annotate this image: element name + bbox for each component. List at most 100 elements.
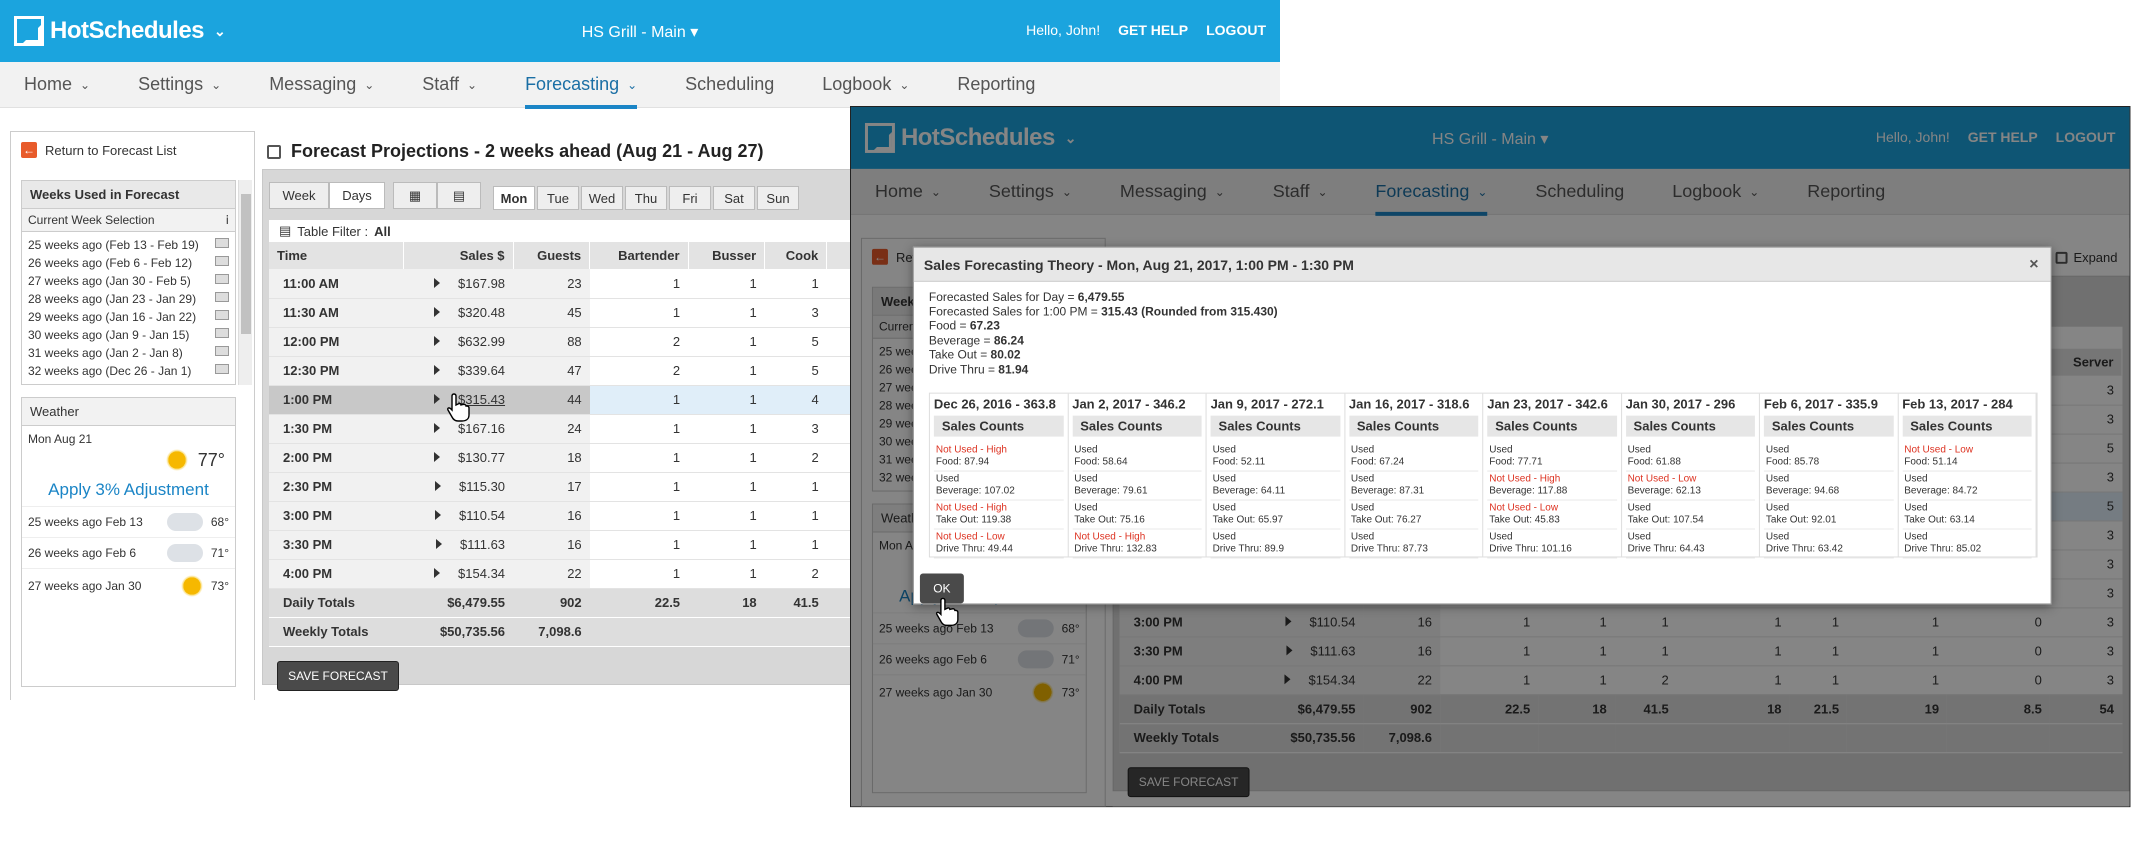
data-cell[interactable]: $130.77 [403,443,514,473]
data-cell[interactable]: 1 [688,269,765,299]
save-forecast-button[interactable]: SAVE FORECAST [277,661,399,691]
data-cell[interactable]: $320.48 [403,298,514,328]
data-cell[interactable]: 88 [513,327,590,357]
data-cell[interactable]: 2 [764,443,827,473]
data-cell[interactable]: 5 [764,327,827,357]
current-week-selection[interactable]: Current Week Selectionⅰ [22,209,235,232]
data-cell[interactable]: 5 [764,356,827,386]
data-cell[interactable]: $111.63 [403,530,514,560]
data-cell[interactable]: $154.34 [403,559,514,589]
expand-row-icon[interactable] [434,452,441,462]
week-item[interactable]: 26 weeks ago (Feb 6 - Feb 12) [22,254,235,272]
tab-tue[interactable]: Tue [537,186,579,210]
data-cell[interactable]: 1 [688,501,765,531]
column-header[interactable]: Cook [764,242,828,269]
tab-thu[interactable]: Thu [625,186,667,210]
brand-logo[interactable]: HotSchedules ⌄ [14,16,226,46]
week-item[interactable]: 28 weeks ago (Jan 23 - Jan 29) [22,290,235,308]
data-cell[interactable]: 1 [764,472,827,502]
apply-adjustment-link[interactable]: Apply 3% Adjustment [22,474,235,506]
week-item[interactable]: 25 weeks ago (Feb 13 - Feb 19) [22,236,235,254]
expand-row-icon[interactable] [434,568,441,578]
week-item[interactable]: 32 weeks ago (Dec 26 - Jan 1) [22,362,235,380]
data-cell[interactable]: 1 [688,385,765,415]
nav-logbook[interactable]: Logbook ⌄ [798,62,933,108]
data-cell[interactable]: 24 [513,414,590,444]
expand-row-icon[interactable] [434,365,441,375]
data-cell[interactable]: 1 [589,501,689,531]
week-item[interactable]: 30 weeks ago (Jan 9 - Jan 15) [22,326,235,344]
week-item[interactable]: 31 weeks ago (Jan 2 - Jan 8) [22,344,235,362]
data-cell[interactable]: 3 [764,298,827,328]
data-cell[interactable]: 3 [764,414,827,444]
nav-settings[interactable]: Settings ⌄ [114,62,245,108]
data-cell[interactable]: 2 [589,327,689,357]
tab-week[interactable]: Week [269,182,329,209]
tab-sat[interactable]: Sat [713,186,755,210]
tab-days[interactable]: Days [329,182,385,209]
data-cell[interactable]: 17 [513,472,590,502]
data-cell[interactable]: $632.99 [403,327,514,357]
column-header[interactable]: Busser [688,242,766,269]
data-cell[interactable]: 23 [513,269,590,299]
nav-forecasting[interactable]: Forecasting ⌄ [501,62,661,109]
data-cell[interactable]: 1 [589,269,689,299]
data-cell[interactable]: 1 [589,414,689,444]
nav-reporting[interactable]: Reporting [933,62,1059,108]
tab-wed[interactable]: Wed [581,186,623,210]
expand-row-icon[interactable] [435,539,442,549]
data-cell[interactable]: 1 [688,472,765,502]
data-cell[interactable]: 1 [764,269,827,299]
expand-row-icon[interactable] [434,423,441,433]
nav-scheduling[interactable]: Scheduling [661,62,798,108]
data-cell[interactable]: 45 [513,298,590,328]
week-item[interactable]: 29 weeks ago (Jan 16 - Jan 22) [22,308,235,326]
data-cell[interactable]: 22 [513,559,590,589]
tab-fri[interactable]: Fri [669,186,711,210]
expand-row-icon[interactable] [435,481,441,491]
nav-staff[interactable]: Staff ⌄ [398,62,501,108]
data-cell[interactable]: 1 [764,530,827,560]
data-cell[interactable]: 4 [764,385,827,415]
expand-row-icon[interactable] [434,277,441,288]
get-help-link[interactable]: GET HELP [1118,22,1188,38]
expand-row-icon[interactable] [434,394,441,404]
column-header[interactable]: Bartender [589,242,689,269]
data-cell[interactable]: 1 [688,414,765,444]
data-cell[interactable]: 18 [513,443,590,473]
data-cell[interactable]: 1 [688,530,765,560]
location-selector[interactable]: HS Grill - Main ▾ [582,22,699,42]
table-view-button[interactable]: ▤ [437,182,481,209]
data-cell[interactable]: 1 [589,298,689,328]
column-header[interactable]: Time [269,242,405,269]
logout-link[interactable]: LOGOUT [1206,22,1266,38]
data-cell[interactable]: $115.30 [403,472,514,502]
nav-messaging[interactable]: Messaging ⌄ [245,62,398,108]
data-cell[interactable]: 1 [589,472,689,502]
data-cell[interactable]: 47 [513,356,590,386]
data-cell[interactable]: 1 [688,298,765,328]
column-header[interactable]: Guests [513,242,591,269]
data-cell[interactable]: 2 [589,356,689,386]
data-cell[interactable]: 1 [688,443,765,473]
expand-row-icon[interactable] [434,307,441,317]
data-cell[interactable]: $167.98 [403,269,514,299]
expand-row-icon[interactable] [435,510,441,520]
data-cell[interactable]: 1 [589,530,689,560]
week-item[interactable]: 27 weeks ago (Jan 30 - Feb 5) [22,272,235,290]
tab-sun[interactable]: Sun [757,186,799,210]
weeks-scrollbar[interactable] [238,180,252,385]
data-cell[interactable]: 44 [513,385,590,415]
data-cell[interactable]: 1 [589,385,689,415]
data-cell[interactable]: 1 [589,443,689,473]
close-icon[interactable]: × [2029,256,2038,274]
data-cell[interactable]: 16 [513,501,590,531]
data-cell[interactable]: $110.54 [403,501,514,531]
data-cell[interactable]: 16 [513,530,590,560]
calendar-view-button[interactable]: ▦ [393,182,437,209]
data-cell[interactable]: 1 [688,559,765,589]
tab-mon[interactable]: Mon [493,186,535,210]
data-cell[interactable]: $339.64 [403,356,514,386]
return-to-forecast-list-link[interactable]: ←Return to Forecast List [21,142,177,158]
data-cell[interactable]: 1 [688,327,765,357]
